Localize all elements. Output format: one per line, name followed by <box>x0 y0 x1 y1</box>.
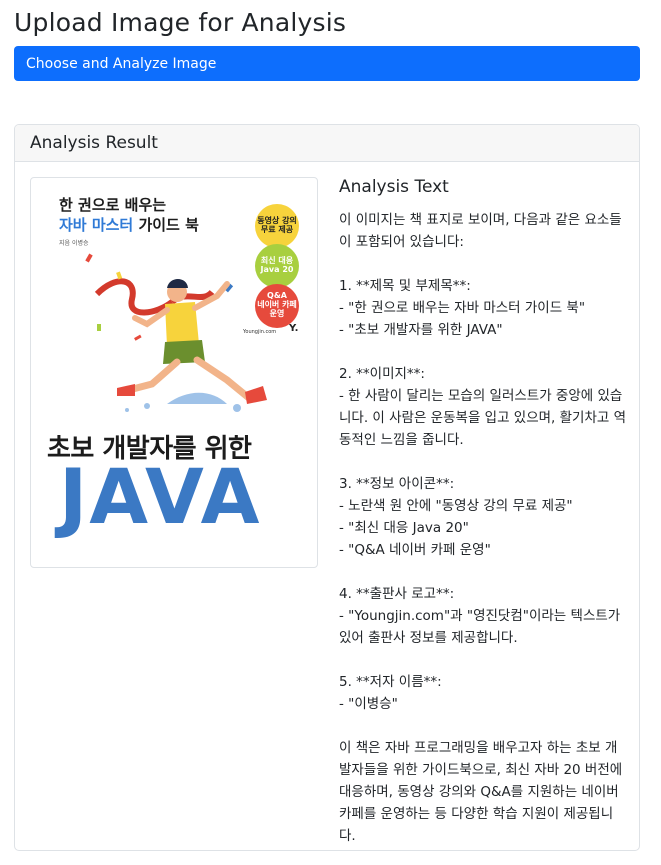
badge-qa-cafe-text: Q&A 네이버 카페 운영 <box>257 291 297 318</box>
badge-java20-text: 최신 대응 Java 20 <box>260 256 294 274</box>
publisher-name: Youngjin.com <box>243 329 277 335</box>
analysis-text-body: 이 이미지는 책 표지로 보이며, 다음과 같은 요소들이 포함되어 있습니다:… <box>339 212 627 844</box>
cover-java-title: JAVA <box>59 452 262 541</box>
page-title: Upload Image for Analysis <box>14 8 347 37</box>
analysis-result-card: Analysis Result 한 권으로 배우는 자바 마스터 가이드 북 지… <box>14 124 640 851</box>
uploaded-image-thumbnail: 한 권으로 배우는 자바 마스터 가이드 북 지음 이병승 동영상 강의 무료 … <box>30 177 318 568</box>
cover-title-line1: 한 권으로 배우는 <box>59 196 167 214</box>
badge-free-lecture-text: 동영상 강의 무료 제공 <box>257 216 297 234</box>
analysis-text-section: Analysis Text 이 이미지는 책 표지로 보이며, 다음과 같은 요… <box>339 177 629 847</box>
badge-qa-cafe: Q&A 네이버 카페 운영 <box>255 284 299 328</box>
page: Upload Image for Analysis Choose and Ana… <box>0 0 661 865</box>
badge-java20: 최신 대응 Java 20 <box>255 244 299 288</box>
choose-analyze-image-button[interactable]: Choose and Analyze Image <box>14 46 640 81</box>
cover-author: 지음 이병승 <box>59 240 89 247</box>
badge-free-lecture: 동영상 강의 무료 제공 <box>255 204 299 248</box>
cover-title-line2: 자바 마스터 가이드 북 <box>59 214 199 235</box>
publisher-logo: Y. <box>289 323 299 334</box>
book-cover-image: 한 권으로 배우는 자바 마스터 가이드 북 지음 이병승 동영상 강의 무료 … <box>37 184 311 561</box>
cover-title-highlight: 자바 마스터 <box>59 216 134 234</box>
card-header: Analysis Result <box>15 125 639 162</box>
cover-title-rest: 가이드 북 <box>133 216 199 234</box>
analysis-text-heading: Analysis Text <box>339 177 449 197</box>
